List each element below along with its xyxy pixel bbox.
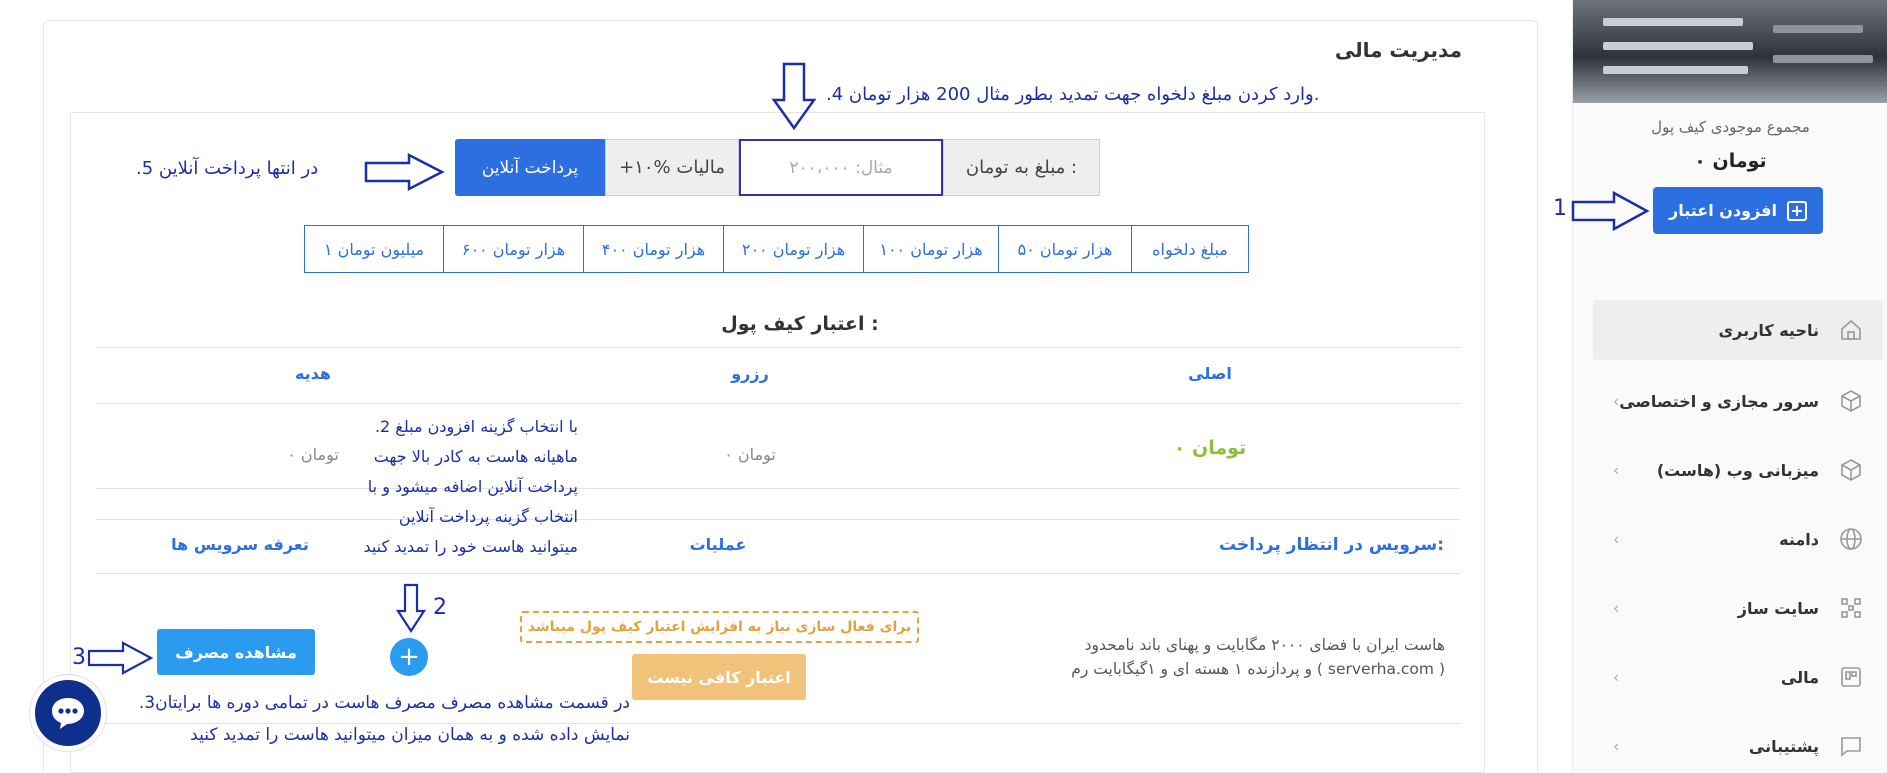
- sidebar: مجموع موجودی کیف پول ۰ تومان افزودن اعتب…: [1572, 0, 1887, 773]
- chat-bubble-icon: [52, 698, 84, 729]
- annotation-step2: .2 با انتخاب گزینه افزودن مبلغ ماهیانه ه…: [338, 412, 578, 562]
- globe-icon: [1837, 525, 1865, 553]
- pending-services-title: سرویس در انتظار پرداخت:: [1219, 535, 1444, 555]
- sidebar-item-hosting[interactable]: ‹ میزبانی وب (هاست): [1593, 440, 1883, 500]
- chevron-left-icon: ‹: [1613, 598, 1620, 618]
- divider: [96, 403, 1460, 404]
- wallet-credit-title: اعتبار کیف پول :: [721, 313, 879, 335]
- arrow-right-icon: [1571, 190, 1650, 232]
- annotation-line: .3در قسمت مشاهده مصرف مصرف هاست در تمامی…: [138, 693, 630, 713]
- sidebar-item-domain[interactable]: ‹ دامنه: [1593, 509, 1883, 569]
- sidebar-item-servers[interactable]: ‹ سرور مجازی و اختصاصی: [1593, 371, 1883, 431]
- tax-addon: +۱۰% مالیات: [605, 139, 739, 196]
- sidebar-item-label: دامنه: [1779, 529, 1819, 549]
- reserved-balance-value: ۰ تومان: [724, 445, 776, 464]
- plus-square-icon: +: [1787, 200, 1807, 221]
- chevron-left-icon: ‹: [1613, 460, 1620, 480]
- view-usage-button[interactable]: مشاهده مصرف: [157, 629, 315, 675]
- annotation-line: انتخاب گزینه پرداخت آنلاین: [398, 507, 578, 526]
- annotation-step5: .5 در انتها پرداخت آنلاین: [136, 158, 319, 179]
- online-payment-button[interactable]: پرداخت آنلاین: [455, 139, 605, 196]
- sidebar-item-site-builder[interactable]: ‹ سایت ساز: [1593, 578, 1883, 638]
- chevron-left-icon: ‹: [1613, 391, 1620, 411]
- annotation-line: میتوانید هاست خود را تمدید کنید: [363, 537, 578, 556]
- sidebar-item-finance[interactable]: ‹ مالی: [1593, 647, 1883, 707]
- grid-icon: [1837, 594, 1865, 622]
- sidebar-item-support[interactable]: ‹ پشتیبانی: [1593, 716, 1883, 773]
- col-main: اصلی: [1188, 364, 1232, 383]
- annotation-line: .2 با انتخاب گزینه افزودن مبلغ: [374, 417, 578, 436]
- preset-200k[interactable]: ۲۰۰ هزار تومان: [723, 225, 864, 273]
- chevron-left-icon: ‹: [1613, 529, 1620, 549]
- annotation-step3: .3در قسمت مشاهده مصرف مصرف هاست در تمامی…: [110, 687, 630, 751]
- wallet-total-title: مجموع موجودی کیف پول: [1651, 118, 1810, 136]
- sidebar-item-label: میزبانی وب (هاست): [1656, 460, 1819, 480]
- sidebar-item-dashboard[interactable]: ناحیه کاربری: [1593, 300, 1883, 360]
- box-icon: [1837, 456, 1865, 484]
- preset-600k[interactable]: ۶۰۰ هزار تومان: [443, 225, 584, 273]
- service-description-line: هاست ایران با فضای ۲۰۰۰ مگابایت و پهنای …: [1084, 636, 1445, 654]
- chat-icon: [1837, 732, 1865, 760]
- divider: [96, 573, 1460, 574]
- plus-icon: +: [398, 642, 420, 672]
- server-banner-image: [1573, 0, 1887, 103]
- sidebar-item-label: پشتیبانی: [1748, 736, 1819, 756]
- preset-100k[interactable]: ۱۰۰ هزار تومان: [863, 225, 999, 273]
- service-description: هاست ایران با فضای ۲۰۰۰ مگابایت و پهنای …: [1000, 633, 1445, 681]
- annotation-line: نمایش داده شده و به همان میزان میتوانید …: [190, 725, 630, 745]
- page-title: مدیریت مالی: [1334, 38, 1462, 62]
- annotation-line: ماهیانه هاست به کادر بالا جهت: [373, 447, 578, 466]
- amount-presets: مبلغ دلخواه ۵۰ هزار تومان ۱۰۰ هزار تومان…: [304, 225, 1249, 273]
- amount-input-group: مبلغ به تومان : مثال: ۲۰۰،۰۰۰ +۱۰% مالیا…: [455, 139, 1100, 196]
- divider: [96, 519, 1460, 520]
- divider: [96, 347, 1460, 348]
- annotation-step4: .4 وارد کردن مبلغ دلخواه جهت تمدید بطور …: [826, 84, 1320, 105]
- wallet-total-balance: ۰ تومان: [1694, 150, 1767, 172]
- main-balance-value: ۰ تومان: [1173, 437, 1247, 459]
- sidebar-item-label: مالی: [1780, 667, 1819, 687]
- arrow-right-icon: [87, 641, 154, 675]
- annotation-number-3: 3: [72, 645, 86, 670]
- col-gift: هدیه: [294, 364, 332, 383]
- arrow-down-icon: [771, 62, 817, 131]
- annotation-number-1: 1: [1553, 196, 1567, 221]
- chevron-left-icon: ‹: [1613, 736, 1620, 756]
- tariffs-link[interactable]: تعرفه سرویس ها: [140, 535, 340, 554]
- live-chat-button[interactable]: [30, 675, 106, 751]
- preset-1m[interactable]: ۱ میلیون تومان: [304, 225, 444, 273]
- operations-header: عملیات: [689, 535, 747, 554]
- preset-50k[interactable]: ۵۰ هزار تومان: [998, 225, 1132, 273]
- annotation-number-2: 2: [433, 595, 447, 620]
- annotation-line: پرداخت آنلاین اضافه میشود و با: [367, 477, 578, 496]
- arrow-right-icon: [364, 152, 445, 192]
- amount-input[interactable]: مثال: ۲۰۰،۰۰۰: [739, 139, 943, 196]
- activation-warning: برای فعال سازی نیاز به افزایش اعتبار کیف…: [520, 611, 919, 643]
- cube-icon: [1837, 387, 1865, 415]
- service-description-line: و پردازنده ۱ هسته ای و ۱گیگابایت رم ( se…: [1071, 660, 1445, 678]
- amount-label: مبلغ به تومان :: [943, 139, 1100, 196]
- finance-icon: [1837, 663, 1865, 691]
- preset-400k[interactable]: ۴۰۰ هزار تومان: [583, 225, 724, 273]
- sidebar-item-label: سایت ساز: [1737, 598, 1819, 618]
- preset-custom-amount[interactable]: مبلغ دلخواه: [1131, 225, 1249, 273]
- home-icon: [1837, 316, 1865, 344]
- add-credit-button[interactable]: افزودن اعتبار +: [1653, 187, 1823, 234]
- insufficient-credit-button[interactable]: اعتبار کافی نیست: [632, 654, 806, 700]
- col-reserved: رزرو: [731, 364, 769, 383]
- divider: [96, 488, 1460, 489]
- add-credit-label: افزودن اعتبار: [1669, 201, 1777, 220]
- add-renewal-button[interactable]: +: [390, 638, 428, 676]
- arrow-down-icon: [395, 583, 427, 634]
- sidebar-item-label: سرور مجازی و اختصاصی: [1619, 391, 1819, 411]
- chevron-left-icon: ‹: [1613, 667, 1620, 687]
- sidebar-item-label: ناحیه کاربری: [1718, 320, 1820, 340]
